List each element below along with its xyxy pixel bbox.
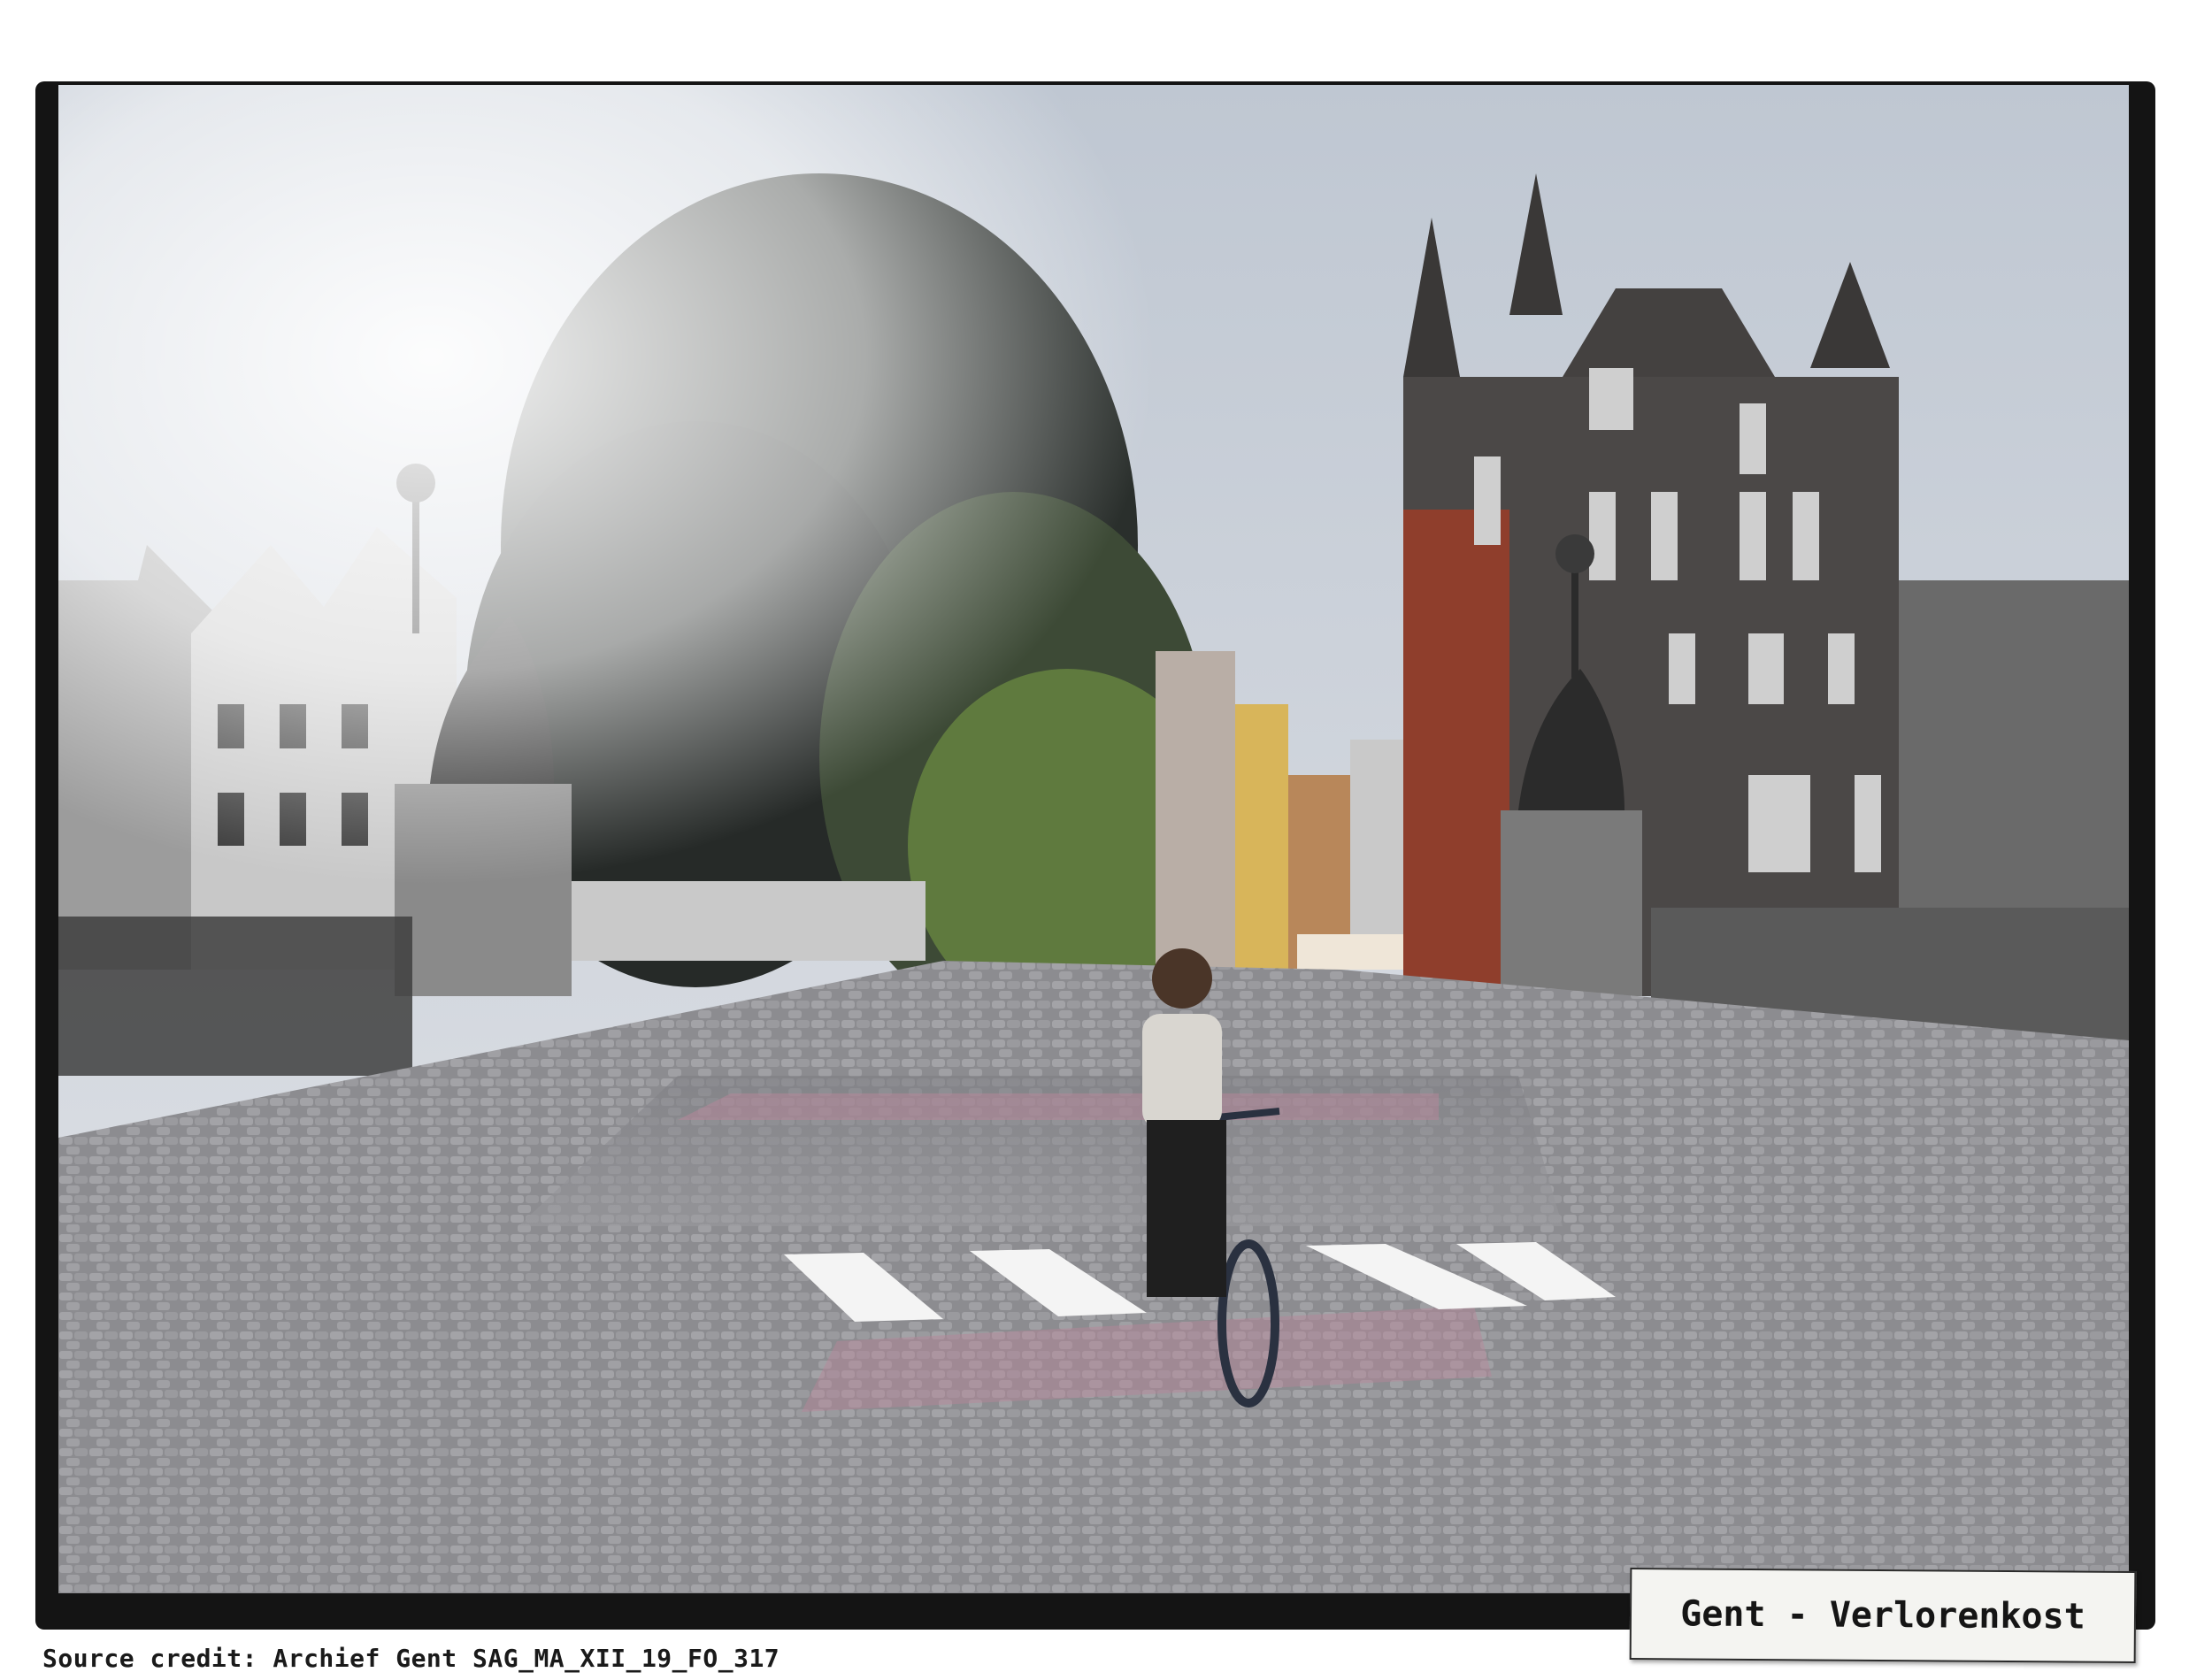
location-caption: Gent - Verlorenkost bbox=[1680, 1593, 2085, 1638]
caption-card: Gent - Verlorenkost bbox=[1629, 1568, 2137, 1663]
source-credit: Source credit: Archief Gent SAG_MA_XII_1… bbox=[42, 1644, 780, 1673]
photograph bbox=[58, 85, 2129, 1593]
vintage-fade bbox=[58, 85, 2129, 1593]
scene bbox=[58, 85, 2129, 1593]
